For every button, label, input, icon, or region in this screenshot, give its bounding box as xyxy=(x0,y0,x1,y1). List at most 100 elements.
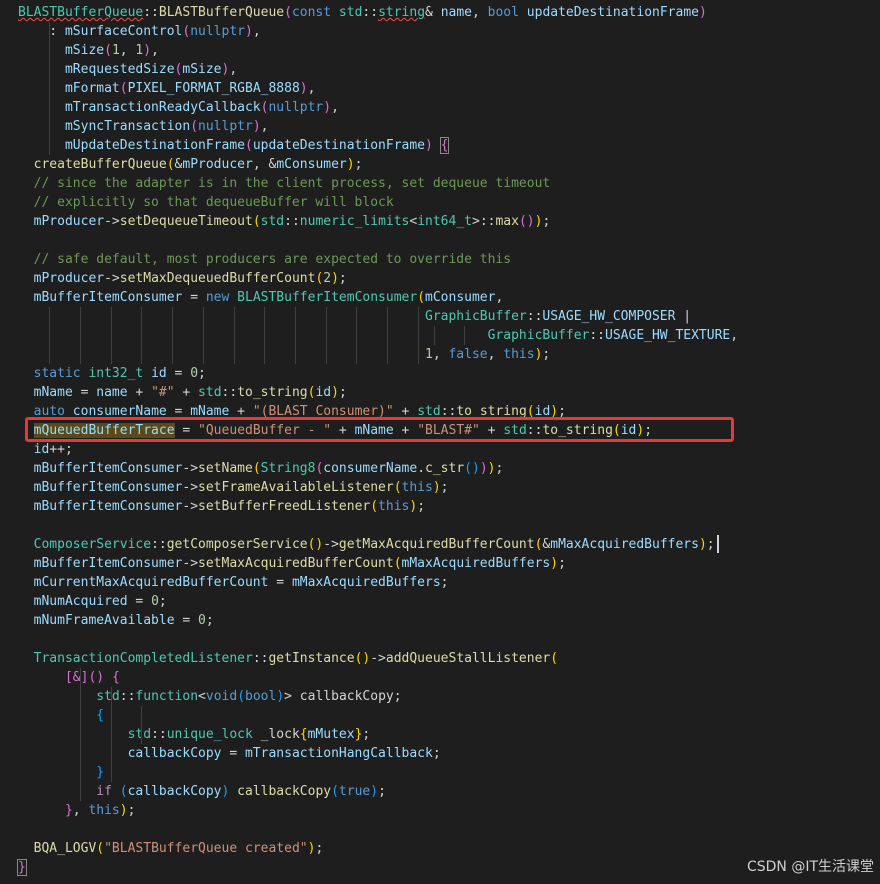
code-token: setMaxDequeuedBufferCount xyxy=(119,271,316,286)
code-token: ( xyxy=(119,81,128,96)
code-line[interactable]: TransactionCompletedListener::getInstanc… xyxy=(18,649,558,668)
code-token: void xyxy=(205,689,238,704)
code-line[interactable]: mUpdateDestinationFrame(updateDestinatio… xyxy=(18,136,450,155)
code-token: ; xyxy=(362,727,371,742)
code-token: static xyxy=(33,366,81,381)
code-token: ; xyxy=(495,461,504,476)
code-line[interactable]: mProducer->setDequeueTimeout(std::numeri… xyxy=(18,212,551,231)
code-token: ComposerService xyxy=(33,537,152,552)
code-token: mProducer xyxy=(33,214,105,229)
code-line[interactable]: mBufferItemConsumer->setName(String8(con… xyxy=(18,459,504,478)
code-line[interactable]: mTransactionReadyCallback(nullptr), xyxy=(18,98,339,117)
code-token: this xyxy=(378,499,410,514)
code-line[interactable]: BLASTBufferQueue::BLASTBufferQueue(const… xyxy=(18,3,707,22)
code-line[interactable]: { xyxy=(18,706,104,725)
indent-guide xyxy=(49,22,50,155)
code-token: = xyxy=(174,613,199,628)
code-line[interactable]: if (callbackCopy) callbackCopy(true); xyxy=(18,782,386,801)
code-line[interactable]: ComposerService::getComposerService()->g… xyxy=(18,535,715,554)
code-line[interactable]: [&]() { xyxy=(18,668,120,687)
code-line[interactable]: mNumAcquired = 0; xyxy=(18,592,167,611)
code-token: mTransactionReadyCallback xyxy=(64,100,261,115)
code-token: ) xyxy=(331,385,339,400)
code-editor[interactable]: BLASTBufferQueue::BLASTBufferQueue(const… xyxy=(0,0,880,884)
code-token: TransactionCompletedListener xyxy=(33,651,253,666)
code-token: nullptr xyxy=(198,119,253,134)
code-line[interactable]: : mSurfaceControl(nullptr), xyxy=(18,22,260,41)
code-line[interactable]: mName = name + "#" + std::to_string(id); xyxy=(18,383,347,402)
code-line[interactable]: 1, false, this); xyxy=(18,345,550,364)
code-line[interactable]: BQA_LOGV("BLASTBufferQueue created"); xyxy=(18,839,324,858)
code-token: ( xyxy=(393,480,402,495)
code-token: , xyxy=(119,43,136,58)
code-token: BLASTBufferQueue xyxy=(158,5,285,20)
code-line[interactable]: id++; xyxy=(18,440,73,459)
indent-guide xyxy=(264,307,265,364)
code-token: USAGE_HW_TEXTURE xyxy=(605,328,731,343)
code-token: id xyxy=(33,442,50,457)
code-line[interactable]: mBufferItemConsumer->setBufferFreedListe… xyxy=(18,497,425,516)
code-token: = xyxy=(182,290,206,305)
code-token: mNumFrameAvailable xyxy=(33,613,175,628)
code-line[interactable]: // explicitly so that dequeueBuffer will… xyxy=(18,193,394,212)
code-line[interactable]: mSyncTransaction(nullptr), xyxy=(18,117,269,136)
code-token: , xyxy=(260,119,269,134)
code-token: mProducer xyxy=(33,271,105,286)
code-line[interactable]: mRequestedSize(mSize), xyxy=(18,60,237,79)
code-token: { xyxy=(439,137,450,154)
code-line[interactable]: createBufferQueue(&mProducer, &mConsumer… xyxy=(18,155,363,174)
code-line[interactable]: mBufferItemConsumer->setMaxAcquiredBuffe… xyxy=(18,554,566,573)
code-line[interactable]: mBufferItemConsumer = new BLASTBufferIte… xyxy=(18,288,504,307)
text-cursor xyxy=(717,535,719,553)
code-line[interactable]: mNumFrameAvailable = 0; xyxy=(18,611,214,630)
code-line[interactable]: std::function<void(bool)> callbackCopy; xyxy=(18,687,401,706)
code-line[interactable]: // safe default, most producers are expe… xyxy=(18,250,511,269)
code-token: bool xyxy=(245,689,277,704)
code-line[interactable]: mProducer->setMaxDequeuedBufferCount(2); xyxy=(18,269,347,288)
code-token: ; xyxy=(205,613,214,628)
code-token: getMaxAcquiredBufferCount xyxy=(338,537,535,552)
code-token: ++; xyxy=(49,442,73,457)
code-token: consumerName xyxy=(323,461,418,476)
indent-guide xyxy=(203,307,204,364)
code-line[interactable]: mBufferItemConsumer->setFrameAvailableLi… xyxy=(18,478,449,497)
code-token: ; xyxy=(198,366,206,381)
code-token: :: xyxy=(221,385,238,400)
indent-guide xyxy=(234,307,235,364)
indent-guide xyxy=(387,307,388,364)
code-token: ) xyxy=(299,81,308,96)
code-line[interactable]: } xyxy=(17,858,27,877)
watermark: CSDN @IT生活课堂 xyxy=(746,859,874,875)
code-token: () xyxy=(354,651,371,666)
code-line[interactable]: }, this); xyxy=(18,801,135,820)
code-line[interactable]: GraphicBuffer::USAGE_HW_COMPOSER | xyxy=(18,307,691,326)
code-line[interactable]: mFormat(PIXEL_FORMAT_RGBA_8888), xyxy=(18,79,315,98)
code-line[interactable]: std::unique_lock _lock{mMutex}; xyxy=(18,725,371,744)
code-token: addQueueStallListener xyxy=(385,651,551,666)
code-token: , xyxy=(331,100,339,115)
code-token: :: xyxy=(143,5,159,20)
code-line[interactable]: static int32_t id = 0; xyxy=(18,364,206,383)
code-token: { xyxy=(299,727,308,742)
code-line[interactable]: mSize(1, 1), xyxy=(18,41,159,60)
code-token: mBufferItemConsumer xyxy=(33,290,183,305)
code-line[interactable]: mCurrentMaxAcquiredBufferCount = mMaxAcq… xyxy=(18,573,449,592)
code-token: mMaxAcquiredBuffers xyxy=(401,556,551,571)
code-token: ) xyxy=(698,5,707,20)
code-line[interactable]: // since the adapter is in the client pr… xyxy=(18,174,551,193)
code-token: ) xyxy=(331,271,339,286)
code-token: new xyxy=(205,290,230,305)
code-token: mConsumer xyxy=(425,290,496,305)
indent-guide xyxy=(326,307,327,364)
code-line[interactable]: GraphicBuffer::USAGE_HW_TEXTURE, xyxy=(18,326,738,345)
code-token: std xyxy=(96,689,120,704)
code-token: -> xyxy=(370,651,386,666)
code-line[interactable]: callbackCopy = mTransactionHangCallback; xyxy=(18,744,441,763)
code-token: -> xyxy=(182,499,199,514)
code-line[interactable]: } xyxy=(18,763,104,782)
